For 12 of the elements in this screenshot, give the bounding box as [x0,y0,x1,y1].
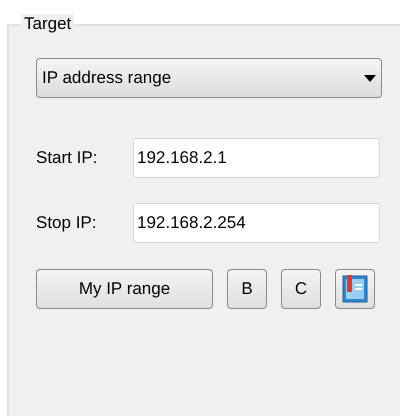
field-label: Start IP: [36,147,98,170]
dropdown-arrow-icon [364,74,376,82]
range-button[interactable]: C [281,269,321,309]
ip-input-field[interactable]: 192.168.2.1 [133,138,380,178]
range-button[interactable]: B [227,269,267,309]
book-button[interactable] [335,269,375,309]
field-label: Stop IP: [36,212,98,234]
dropdown[interactable]: IP address range [36,58,382,98]
group-title: Target [21,14,74,34]
book-icon [342,275,368,303]
range-button[interactable]: My IP range [36,269,213,309]
ip-input-field[interactable]: 192.168.2.254 [133,203,380,243]
